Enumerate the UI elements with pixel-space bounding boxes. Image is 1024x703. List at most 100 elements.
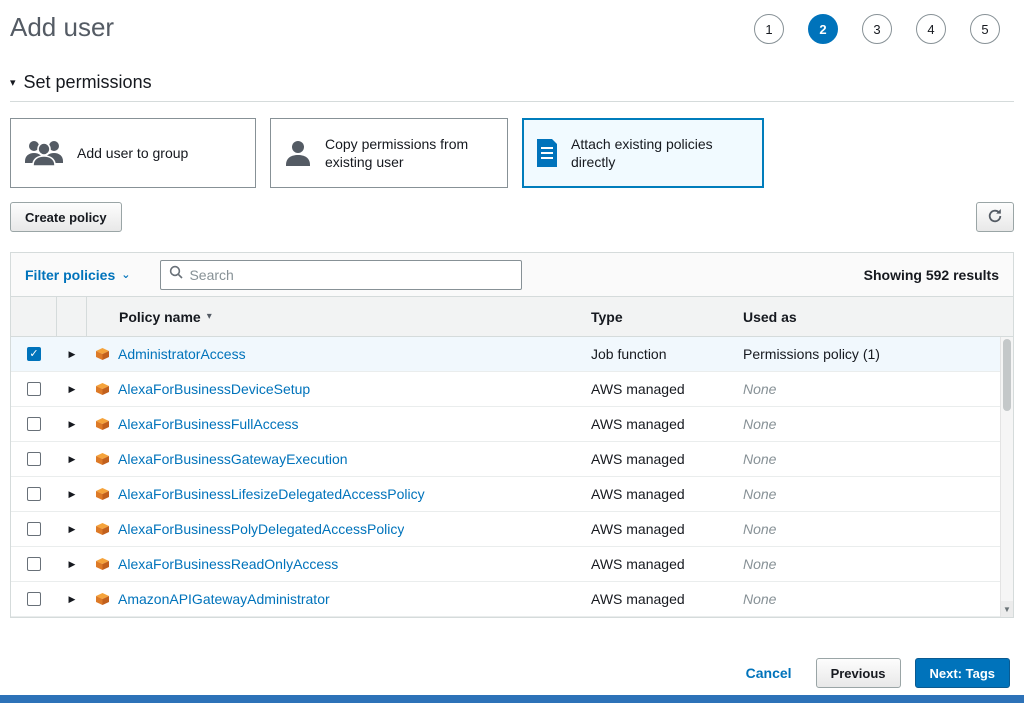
expand-caret-icon[interactable]: ▶	[69, 454, 76, 465]
table-row[interactable]: ▶ AlexaForBusinessLifesizeDelegatedAcces…	[11, 477, 1013, 512]
footer-accent-strip	[0, 695, 1024, 703]
expand-caret-icon[interactable]: ▶	[69, 594, 76, 605]
policy-icon	[95, 382, 110, 396]
policy-type: AWS managed	[583, 521, 735, 537]
row-checkbox[interactable]	[27, 452, 41, 466]
header-expand-cell	[57, 297, 87, 336]
previous-button[interactable]: Previous	[816, 658, 901, 688]
policy-type: AWS managed	[583, 451, 735, 467]
search-input[interactable]	[189, 267, 513, 283]
row-checkbox[interactable]	[27, 417, 41, 431]
policy-name-link[interactable]: AlexaForBusinessPolyDelegatedAccessPolic…	[118, 521, 404, 537]
cancel-link[interactable]: Cancel	[746, 665, 792, 681]
option-copy-permissions[interactable]: Copy permissions from existing user	[270, 118, 508, 188]
policy-icon	[95, 347, 110, 361]
option-label: Copy permissions from existing user	[325, 135, 495, 171]
policy-icon	[95, 452, 110, 466]
collapse-icon: ▾	[10, 76, 16, 89]
table-row[interactable]: ▶ AlexaForBusinessReadOnlyAccess AWS man…	[11, 547, 1013, 582]
policy-name-link[interactable]: AdministratorAccess	[118, 346, 246, 362]
policy-name-link[interactable]: AlexaForBusinessGatewayExecution	[118, 451, 348, 467]
add-user-wizard: Add user 12345 ▾ Set permissions	[0, 0, 1024, 703]
policy-search-box[interactable]	[160, 260, 522, 290]
policy-used-as: None	[735, 521, 1013, 537]
policy-name-link[interactable]: AmazonAPIGatewayAdministrator	[118, 591, 330, 607]
next-tags-button[interactable]: Next: Tags	[915, 658, 1011, 688]
permission-options: Add user to group Copy permissions from …	[10, 118, 1014, 188]
results-count: Showing 592 results	[864, 267, 999, 283]
policy-used-as: None	[735, 556, 1013, 572]
search-icon	[169, 265, 183, 284]
expand-caret-icon[interactable]: ▶	[69, 384, 76, 395]
row-checkbox[interactable]	[27, 487, 41, 501]
scrollbar-down-arrow[interactable]: ▼	[1001, 601, 1013, 617]
table-row[interactable]: ▶ AlexaForBusinessDeviceSetup AWS manage…	[11, 372, 1013, 407]
header-type[interactable]: Type	[583, 297, 735, 336]
policy-icon	[95, 417, 110, 431]
refresh-button[interactable]	[976, 202, 1014, 232]
option-label: Attach existing policies directly	[571, 135, 751, 171]
scrollbar-thumb[interactable]	[1003, 339, 1011, 411]
filter-bar: Filter policies ⌄ Showing 592 results	[11, 253, 1013, 297]
policy-list-panel: Filter policies ⌄ Showing 592 results	[10, 252, 1014, 618]
expand-caret-icon[interactable]: ▶	[69, 419, 76, 430]
policy-icon	[95, 522, 110, 536]
row-checkbox[interactable]	[27, 347, 41, 361]
table-row[interactable]: ▶ AmazonAPIGatewayAdministrator AWS mana…	[11, 582, 1013, 617]
row-checkbox[interactable]	[27, 557, 41, 571]
option-attach-existing-policies[interactable]: Attach existing policies directly	[522, 118, 764, 188]
vertical-scrollbar[interactable]: ▼	[1000, 337, 1013, 617]
policy-type: AWS managed	[583, 486, 735, 502]
policy-name-link[interactable]: AlexaForBusinessDeviceSetup	[118, 381, 310, 397]
table-row[interactable]: ▶ AlexaForBusinessPolyDelegatedAccessPol…	[11, 512, 1013, 547]
policy-name-link[interactable]: AlexaForBusinessLifesizeDelegatedAccessP…	[118, 486, 425, 502]
section-title: Set permissions	[24, 72, 152, 93]
table-row[interactable]: ▶ AlexaForBusinessFullAccess AWS managed…	[11, 407, 1013, 442]
policy-name-link[interactable]: AlexaForBusinessFullAccess	[118, 416, 299, 432]
step-5: 5	[970, 14, 1000, 44]
policy-type: AWS managed	[583, 381, 735, 397]
group-icon	[23, 138, 65, 168]
chevron-down-icon: ⌄	[121, 268, 130, 281]
filter-policies-dropdown[interactable]: Filter policies ⌄	[25, 267, 130, 283]
refresh-icon	[987, 208, 1003, 227]
option-label: Add user to group	[77, 144, 188, 162]
step-3: 3	[862, 14, 892, 44]
expand-caret-icon[interactable]: ▶	[69, 349, 76, 360]
policy-used-as: Permissions policy (1)	[735, 346, 1013, 362]
expand-caret-icon[interactable]: ▶	[69, 489, 76, 500]
row-checkbox[interactable]	[27, 592, 41, 606]
table-row[interactable]: ▶ AlexaForBusinessGatewayExecution AWS m…	[11, 442, 1013, 477]
policy-type: AWS managed	[583, 556, 735, 572]
step-1: 1	[754, 14, 784, 44]
expand-caret-icon[interactable]: ▶	[69, 559, 76, 570]
policy-used-as: None	[735, 416, 1013, 432]
expand-caret-icon[interactable]: ▶	[69, 524, 76, 535]
policy-type: AWS managed	[583, 591, 735, 607]
policy-type: Job function	[583, 346, 735, 362]
filter-label: Filter policies	[25, 267, 115, 283]
document-icon	[535, 138, 559, 168]
policy-icon	[95, 487, 110, 501]
page-title: Add user	[10, 12, 114, 43]
row-checkbox[interactable]	[27, 522, 41, 536]
header-policy-name[interactable]: Policy name ▾	[87, 297, 583, 336]
header-used-as[interactable]: Used as	[735, 297, 1013, 336]
policy-icon	[95, 592, 110, 606]
step-indicator: 12345	[754, 12, 1014, 44]
option-add-user-to-group[interactable]: Add user to group	[10, 118, 256, 188]
policy-used-as: None	[735, 486, 1013, 502]
policy-icon	[95, 557, 110, 571]
table-row[interactable]: ▶ AdministratorAccess Job function Permi…	[11, 337, 1013, 372]
sort-descending-icon: ▾	[207, 311, 212, 322]
row-checkbox[interactable]	[27, 382, 41, 396]
user-icon	[283, 138, 313, 168]
table-body: ▶ AdministratorAccess Job function Permi…	[11, 337, 1013, 617]
policy-name-link[interactable]: AlexaForBusinessReadOnlyAccess	[118, 556, 338, 572]
policy-type: AWS managed	[583, 416, 735, 432]
create-policy-button[interactable]: Create policy	[10, 202, 122, 232]
wizard-footer: Cancel Previous Next: Tags	[0, 651, 1024, 695]
set-permissions-section-header[interactable]: ▾ Set permissions	[10, 72, 1014, 102]
policy-used-as: None	[735, 381, 1013, 397]
policy-toolbar: Create policy	[10, 202, 1014, 232]
